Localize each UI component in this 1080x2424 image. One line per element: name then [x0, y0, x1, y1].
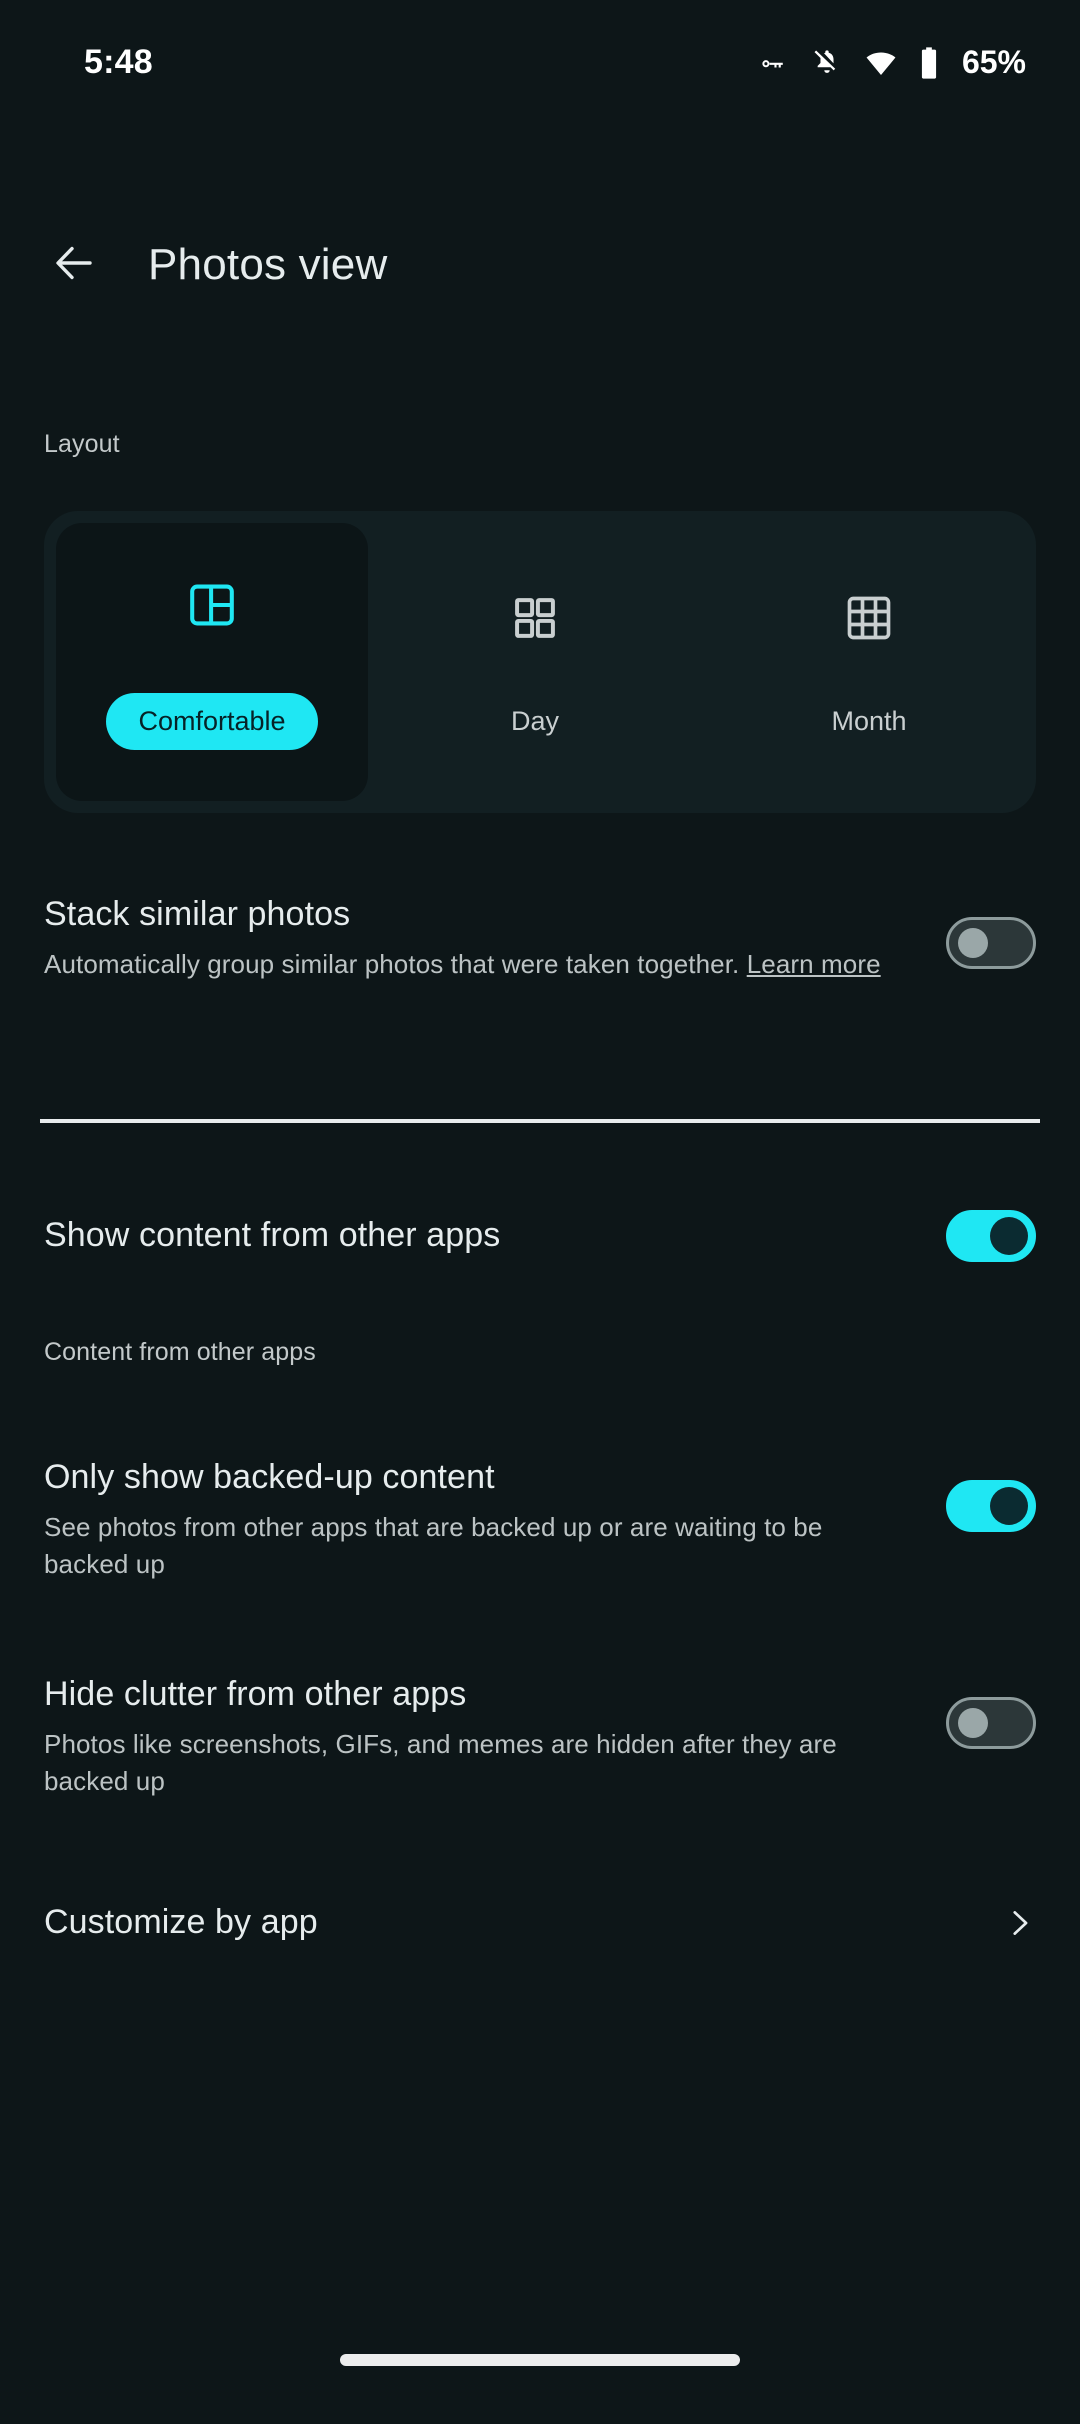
- stack-similar-photos-description-text: Automatically group similar photos that …: [44, 949, 747, 979]
- toggle-knob: [990, 1217, 1028, 1255]
- layout-option-day[interactable]: Day: [368, 521, 702, 803]
- wifi-icon: [864, 46, 898, 80]
- layout-option-month[interactable]: Month: [702, 521, 1036, 803]
- setting-row-only-show-backed-up-content[interactable]: Only show backed-up content See photos f…: [0, 1458, 1080, 1583]
- layout-option-day-label: Day: [511, 706, 559, 737]
- back-button[interactable]: [28, 219, 120, 311]
- content-from-other-apps-section-label: Content from other apps: [44, 1338, 316, 1367]
- day-grid-icon: [510, 588, 560, 648]
- layout-section-label: Layout: [44, 430, 120, 459]
- arrow-back-icon: [50, 239, 98, 292]
- hide-clutter-toggle[interactable]: [946, 1697, 1036, 1749]
- toggle-knob: [990, 1487, 1028, 1525]
- stack-similar-photos-description: Automatically group similar photos that …: [44, 946, 906, 983]
- month-grid-icon: [843, 588, 895, 648]
- hide-clutter-description: Photos like screenshots, GIFs, and memes…: [44, 1726, 906, 1800]
- row-text: Only show backed-up content See photos f…: [44, 1458, 946, 1583]
- setting-row-stack-similar-photos[interactable]: Stack similar photos Automatically group…: [0, 895, 1080, 983]
- hide-clutter-title: Hide clutter from other apps: [44, 1675, 906, 1714]
- layout-option-month-label: Month: [831, 706, 906, 737]
- layout-option-comfortable[interactable]: Comfortable: [56, 523, 368, 801]
- setting-row-show-content-from-other-apps[interactable]: Show content from other apps: [0, 1210, 1080, 1262]
- only-show-backed-up-title: Only show backed-up content: [44, 1458, 906, 1497]
- battery-percent-label: 65%: [962, 44, 1026, 81]
- section-divider: [40, 1119, 1040, 1123]
- chevron-right-icon: [1002, 1906, 1036, 1945]
- row-text: Stack similar photos Automatically group…: [44, 895, 946, 983]
- comfortable-layout-icon: [185, 575, 239, 635]
- only-show-backed-up-toggle[interactable]: [946, 1480, 1036, 1532]
- toggle-knob: [958, 928, 988, 958]
- gesture-navigation-bar[interactable]: [340, 2354, 740, 2366]
- vpn-key-icon: [756, 46, 790, 80]
- page-title: Photos view: [148, 240, 387, 290]
- toggle-knob: [958, 1708, 988, 1738]
- stack-similar-photos-toggle[interactable]: [946, 917, 1036, 969]
- layout-selector: Comfortable Day Month: [44, 511, 1036, 813]
- notifications-muted-icon: [810, 46, 844, 80]
- status-bar-clock: 5:48: [84, 43, 153, 82]
- only-show-backed-up-description: See photos from other apps that are back…: [44, 1509, 906, 1583]
- learn-more-link[interactable]: Learn more: [747, 949, 881, 979]
- row-text: Hide clutter from other apps Photos like…: [44, 1675, 946, 1800]
- customize-by-app-title: Customize by app: [44, 1903, 962, 1942]
- show-content-from-other-apps-toggle[interactable]: [946, 1210, 1036, 1262]
- status-bar-icons: 65%: [756, 44, 1026, 81]
- status-bar: 5:48 65%: [0, 0, 1080, 125]
- setting-row-customize-by-app[interactable]: Customize by app: [0, 1900, 1080, 1945]
- layout-option-comfortable-label: Comfortable: [106, 693, 317, 750]
- row-text: Customize by app: [44, 1903, 1002, 1942]
- app-bar: Photos view: [0, 200, 1080, 330]
- setting-row-hide-clutter-from-other-apps[interactable]: Hide clutter from other apps Photos like…: [0, 1675, 1080, 1800]
- row-text: Show content from other apps: [44, 1216, 946, 1255]
- battery-icon: [918, 46, 940, 80]
- show-content-from-other-apps-title: Show content from other apps: [44, 1216, 906, 1255]
- stack-similar-photos-title: Stack similar photos: [44, 895, 906, 934]
